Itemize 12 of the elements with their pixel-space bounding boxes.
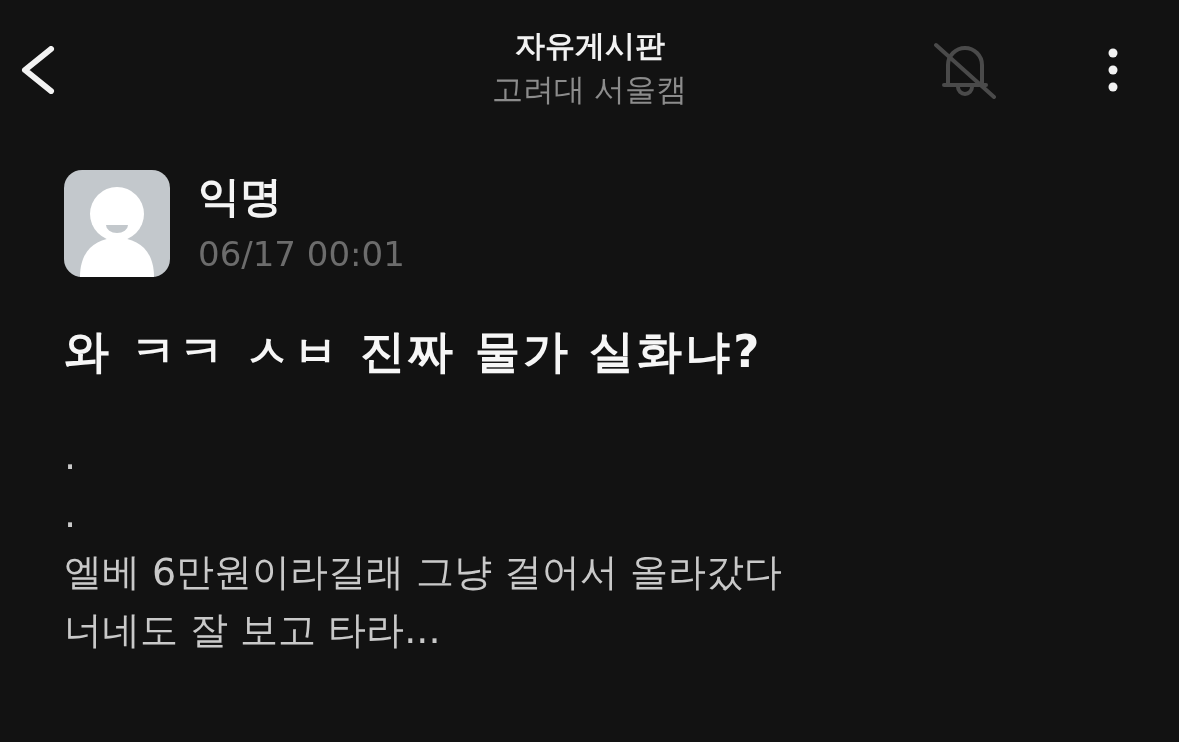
post-body-line: 너네도 잘 보고 타라... <box>64 607 441 654</box>
board-title: 자유게시판 <box>514 27 665 65</box>
post-body-line: 엘베 6만원이라길래 그냥 걸어서 올라갔다 <box>64 549 783 596</box>
avatar-icon <box>64 170 170 277</box>
board-subtitle: 고려대 서울캠 <box>491 70 688 109</box>
back-icon[interactable] <box>20 46 56 94</box>
post-body-line: . <box>64 491 77 538</box>
more-vertical-icon[interactable] <box>1108 48 1118 92</box>
post-time: 06/17 00:01 <box>198 232 405 276</box>
post-title: 와 ㅋㅋ ㅅㅂ 진짜 물가 실화냐? <box>64 324 763 380</box>
author-name: 익명 <box>198 171 282 222</box>
post-body-line: . <box>64 433 77 480</box>
